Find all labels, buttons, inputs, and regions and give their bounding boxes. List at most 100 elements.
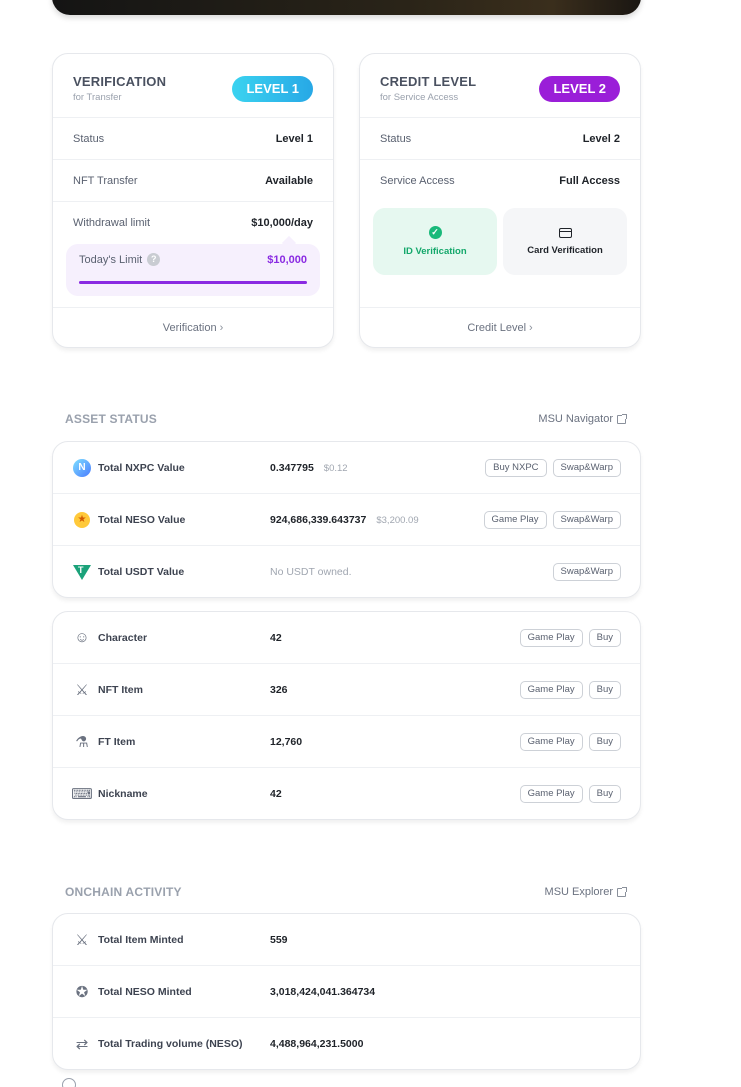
buy-nxpc-button[interactable]: Buy NXPC (485, 458, 547, 477)
tile-label: Card Verification (527, 244, 603, 256)
swap-warp-button[interactable]: Swap&Warp (552, 458, 621, 477)
today-limit-label: Today's Limit (79, 253, 143, 266)
activity-name: Total Trading volume (NESO) (98, 1038, 243, 1050)
row-label: Withdrawal limit (73, 217, 151, 229)
hero-banner (52, 0, 641, 15)
buy-button[interactable]: Buy (588, 785, 621, 803)
msu-navigator-label: MSU Navigator (538, 413, 613, 425)
external-link-icon (617, 413, 627, 424)
buy-button[interactable]: Buy (588, 628, 621, 647)
today-limit-progress (79, 281, 307, 284)
msu-explorer-link[interactable]: MSU Explorer (544, 886, 627, 898)
chevron-right-icon: › (219, 321, 224, 334)
list-item: ⚗ FT Item 12,760 Game Play Buy (53, 716, 640, 768)
list-item: ✪ Total NESO Minted 3,018,424,041.364734 (53, 966, 640, 1018)
asset-name: Total USDT Value (98, 566, 185, 578)
onchain-activity-title: ONCHAIN ACTIVITY (65, 885, 182, 899)
credit-status-row: Status Level 2 (360, 118, 640, 160)
credit-level-link[interactable]: Credit Level › (360, 307, 640, 347)
msu-explorer-label: MSU Explorer (544, 886, 613, 898)
asset-value: 326 (270, 683, 288, 696)
card-verification-tile[interactable]: Card Verification (503, 208, 627, 275)
asset-name: Character (98, 631, 148, 644)
game-play-button[interactable]: Game Play (519, 785, 583, 803)
credit-level-card: CREDIT LEVEL for Service Access LEVEL 2 … (359, 53, 641, 348)
game-play-button[interactable]: Game Play (519, 732, 583, 751)
nxpc-icon: N (73, 458, 91, 477)
asset-name: FT Item (98, 735, 136, 748)
row-value: Available (265, 174, 313, 187)
asset-name: Nickname (98, 788, 148, 800)
msu-navigator-link[interactable]: MSU Navigator (538, 413, 627, 425)
external-link-icon (617, 886, 627, 897)
buy-button[interactable]: Buy (588, 732, 621, 751)
activity-value: 559 (270, 933, 288, 946)
asset-value: 12,760 (270, 735, 303, 748)
asset-usd-value: $3,200.09 (376, 514, 419, 526)
verification-status-row: Status Level 1 (53, 118, 333, 160)
row-label: Status (73, 132, 105, 145)
row-value: Full Access (559, 175, 620, 187)
verification-nft-transfer-row: NFT Transfer Available (53, 160, 333, 202)
chevron-right-icon: › (529, 321, 533, 334)
row-value: Level 2 (582, 132, 620, 145)
swap-warp-button[interactable]: Swap&Warp (552, 510, 621, 529)
asset-name: Total NXPC Value (98, 461, 185, 474)
credit-card-icon (558, 227, 572, 238)
asset-value: 0.347795 $0.12 (270, 462, 348, 474)
buy-button[interactable]: Buy (588, 680, 621, 699)
asset-value: 42 (270, 631, 282, 644)
verification-link-label: Verification (162, 321, 217, 334)
nickname-icon: ⌨ (71, 786, 93, 803)
activity-value: 4,488,964,231.5000 (270, 1038, 364, 1050)
asset-name: Total NESO Value (98, 513, 186, 526)
asset-amount: 0.347795 (270, 461, 314, 474)
game-play-button[interactable]: Game Play (483, 510, 547, 529)
list-item: ⇄ Total Trading volume (NESO) 4,488,964,… (53, 1018, 640, 1070)
neso-icon: ★ (74, 511, 90, 528)
today-limit-progress-fill (79, 281, 307, 284)
verification-header: VERIFICATION for Transfer LEVEL 1 (53, 54, 333, 118)
potion-icon: ⚗ (75, 733, 89, 751)
today-limit-box: Today's Limit ? $10,000 (66, 235, 320, 296)
usdt-icon (73, 564, 91, 580)
list-item: ⚔ NFT Item 326 Game Play Buy (53, 664, 640, 716)
swap-warp-button[interactable]: Swap&Warp (552, 563, 621, 581)
tile-label: ID Verification (403, 246, 467, 257)
credit-service-access-row: Service Access Full Access (360, 160, 640, 202)
verification-link[interactable]: Verification › (53, 307, 333, 347)
crossed-swords-icon: ⚔ (75, 931, 89, 949)
character-icon: ☺ (74, 629, 90, 646)
id-verification-tile[interactable]: ✓ ID Verification (373, 208, 497, 275)
swap-arrows-icon: ⇄ (75, 1036, 89, 1053)
activity-name: Total NESO Minted (98, 985, 192, 998)
list-item: ⚔ Total Item Minted 559 (53, 914, 640, 966)
list-item: N Total NXPC Value 0.347795 $0.12 Buy NXP… (53, 442, 640, 494)
game-play-button[interactable]: Game Play (519, 680, 583, 699)
verification-level-badge: LEVEL 1 (232, 76, 313, 102)
row-label: Status (380, 132, 412, 145)
list-item: ★ Total NESO Value 924,686,339.643737 $3,… (53, 494, 640, 546)
asset-status-title: ASSET STATUS (65, 412, 157, 426)
asset-value: 924,686,339.643737 $3,200.09 (270, 514, 419, 526)
row-value: Level 1 (275, 132, 313, 145)
credit-level-badge: LEVEL 2 (539, 76, 620, 102)
row-label: NFT Transfer (73, 174, 138, 187)
credit-level-link-label: Credit Level (467, 321, 527, 334)
item-balances-card: ☺ Character 42 Game Play Buy ⚔ NFT Item … (52, 611, 641, 820)
activity-name: Total Item Minted (98, 933, 184, 946)
credit-header: CREDIT LEVEL for Service Access LEVEL 2 (360, 54, 640, 118)
coin-icon: ✪ (75, 983, 89, 1001)
asset-amount: 924,686,339.643737 (270, 513, 367, 526)
list-item: ☺ Character 42 Game Play Buy (53, 612, 640, 664)
list-item: ⌨ Nickname 42 Game Play Buy (53, 768, 640, 820)
help-icon[interactable]: ? (147, 253, 161, 266)
partial-icon (62, 1078, 76, 1087)
today-limit-value: $10,000 (267, 253, 307, 266)
asset-value: 42 (270, 788, 282, 800)
onchain-activity-card: ⚔ Total Item Minted 559 ✪ Total NESO Min… (52, 913, 641, 1070)
list-item: Total USDT Value No USDT owned. Swap&War… (53, 546, 640, 598)
token-balances-card: N Total NXPC Value 0.347795 $0.12 Buy NXP… (52, 441, 641, 598)
asset-value: No USDT owned. (270, 566, 352, 578)
game-play-button[interactable]: Game Play (519, 628, 583, 647)
